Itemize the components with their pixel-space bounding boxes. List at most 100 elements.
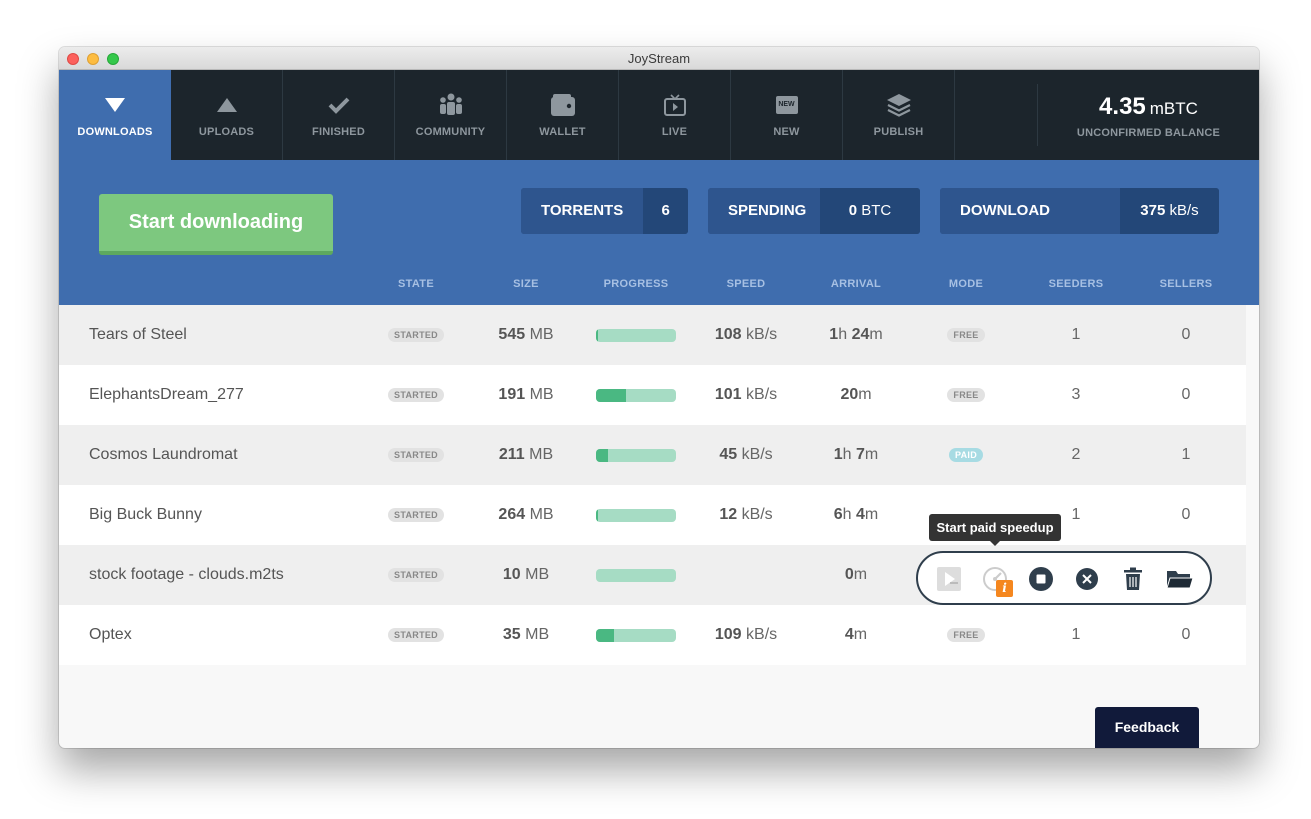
tab-downloads[interactable]: DOWNLOADS xyxy=(59,70,171,160)
sellers-cell: 0 xyxy=(1181,386,1191,403)
balance-unit: mBTC xyxy=(1149,99,1198,118)
tv-icon xyxy=(662,92,688,118)
info-badge: i xyxy=(996,580,1013,597)
mode-cell: FREE xyxy=(926,605,1006,665)
state-cell: STARTED xyxy=(376,305,456,365)
tab-community[interactable]: COMMUNITY xyxy=(395,70,507,160)
size-value: 264 xyxy=(498,506,526,523)
progress-bar xyxy=(596,509,676,522)
column-arrival[interactable]: ARRIVAL xyxy=(816,278,896,292)
tab-label: FINISHED xyxy=(312,126,365,138)
mode-cell: FREE xyxy=(926,365,1006,425)
state-badge: STARTED xyxy=(388,447,444,462)
arrival-number: 20 xyxy=(840,386,859,403)
tab-label: PUBLISH xyxy=(873,126,924,138)
tab-label: LIVE xyxy=(661,126,688,138)
torrent-list: Tears of Steel STARTED 545 MB 108 kB/s 1h 24… xyxy=(59,305,1246,665)
column-size[interactable]: SIZE xyxy=(486,278,566,292)
tab-publish[interactable]: PUBLISH xyxy=(843,70,955,160)
spending-stat-label: SPENDING xyxy=(708,188,820,234)
play-icon[interactable] xyxy=(936,566,962,592)
column-sellers[interactable]: SELLERS xyxy=(1146,278,1226,292)
progress-fill xyxy=(596,629,614,642)
tab-label: UPLOADS xyxy=(198,126,255,138)
size-value: 191 xyxy=(498,386,526,403)
torrent-row[interactable]: Tears of Steel STARTED 545 MB 108 kB/s 1h 24… xyxy=(59,305,1246,365)
state-badge: STARTED xyxy=(388,507,444,522)
app-window: JoyStream DOWNLOADS UPLOADS FINISHED COM… xyxy=(59,47,1259,748)
size-cell: 211 MB xyxy=(486,425,566,485)
remove-icon[interactable] xyxy=(1074,566,1100,592)
mode-badge: FREE xyxy=(947,627,985,642)
torrent-row[interactable]: Big Buck Bunny STARTED 264 MB 12 kB/s 6h 4m 1… xyxy=(59,485,1246,545)
arrival-unit: m xyxy=(853,626,868,643)
tab-new[interactable]: NEW NEW xyxy=(731,70,843,160)
tab-label: DOWNLOADS xyxy=(77,126,153,138)
seeders-cell: 3 xyxy=(1071,386,1081,403)
mode-cell: PAID xyxy=(926,425,1006,485)
mode-cell: FREE xyxy=(926,305,1006,365)
arrival-cell: 1h 7m xyxy=(806,425,906,485)
minimize-window-button[interactable] xyxy=(87,53,99,65)
column-speed[interactable]: SPEED xyxy=(706,278,786,292)
torrent-name: ElephantsDream_277 xyxy=(89,386,244,403)
column-mode[interactable]: MODE xyxy=(926,278,1006,292)
torrent-row[interactable]: ElephantsDream_277 STARTED 191 MB 101 kB/s 2… xyxy=(59,365,1246,425)
spending-value: 0 xyxy=(848,202,858,219)
arrival-unit: h xyxy=(842,446,852,463)
column-state[interactable]: STATE xyxy=(376,278,456,292)
speedup-icon[interactable]: i xyxy=(982,566,1013,597)
speed-value: 101 xyxy=(714,386,742,403)
window-title: JoyStream xyxy=(627,51,691,66)
stop-icon[interactable] xyxy=(1028,566,1054,592)
progress-fill xyxy=(596,329,598,342)
title-bar: JoyStream xyxy=(59,47,1259,70)
tab-label: COMMUNITY xyxy=(415,126,486,138)
arrival-unit: m xyxy=(869,326,883,343)
tab-finished[interactable]: FINISHED xyxy=(283,70,395,160)
progress-bar xyxy=(596,449,676,462)
torrent-name: Tears of Steel xyxy=(89,326,187,343)
state-badge: STARTED xyxy=(388,627,444,642)
progress-bar xyxy=(596,389,676,402)
tab-wallet[interactable]: WALLET xyxy=(507,70,619,160)
people-icon xyxy=(438,92,464,118)
torrent-name: Optex xyxy=(89,626,132,643)
close-window-button[interactable] xyxy=(67,53,79,65)
spending-unit: BTC xyxy=(861,202,892,219)
seeders-cell: 1 xyxy=(1071,626,1081,643)
arrival-unit: m xyxy=(864,446,879,463)
arrival-unit: m xyxy=(858,386,872,403)
trash-icon[interactable] xyxy=(1120,566,1146,592)
mode-badge: FREE xyxy=(947,387,985,402)
arrival-unit: h xyxy=(842,506,852,523)
new-icon: NEW xyxy=(774,92,800,118)
downloads-header: Start downloading TORRENTS 6 SPENDING 0 … xyxy=(59,160,1259,305)
torrent-action-bar: i xyxy=(916,551,1212,605)
arrival-number: 24 xyxy=(851,326,870,343)
download-speed-label: DOWNLOAD SPEED xyxy=(940,188,1120,234)
column-seeders[interactable]: SEEDERS xyxy=(1036,278,1116,292)
download-speed-stat: DOWNLOAD SPEED 375 kB/s xyxy=(940,188,1219,234)
size-cell: 35 MB xyxy=(486,605,566,665)
start-downloading-button[interactable]: Start downloading xyxy=(99,194,333,255)
tab-live[interactable]: LIVE xyxy=(619,70,731,160)
speed-cell xyxy=(696,545,796,605)
new-icon-text: NEW xyxy=(775,96,798,114)
tab-uploads[interactable]: UPLOADS xyxy=(171,70,283,160)
balance-label: UNCONFIRMED BALANCE xyxy=(1076,127,1221,139)
feedback-button[interactable]: Feedback xyxy=(1095,707,1199,748)
torrents-stat: TORRENTS 6 xyxy=(521,188,688,234)
state-badge: STARTED xyxy=(388,327,444,342)
maximize-window-button[interactable] xyxy=(107,53,119,65)
sellers-cell: 1 xyxy=(1181,446,1191,463)
speed-unit: kB/s xyxy=(1169,202,1199,219)
size-value: 211 xyxy=(498,446,525,463)
torrent-row[interactable]: Cosmos Laundromat STARTED 211 MB 45 kB/s 1h … xyxy=(59,425,1246,485)
column-progress[interactable]: PROGRESS xyxy=(586,278,686,292)
folder-icon[interactable] xyxy=(1166,566,1194,592)
size-unit: MB xyxy=(529,326,554,343)
torrent-row[interactable]: Optex STARTED 35 MB 109 kB/s 4m FREE 1 0 xyxy=(59,605,1246,665)
layers-icon xyxy=(886,92,912,118)
arrival-number: 0 xyxy=(844,566,854,583)
